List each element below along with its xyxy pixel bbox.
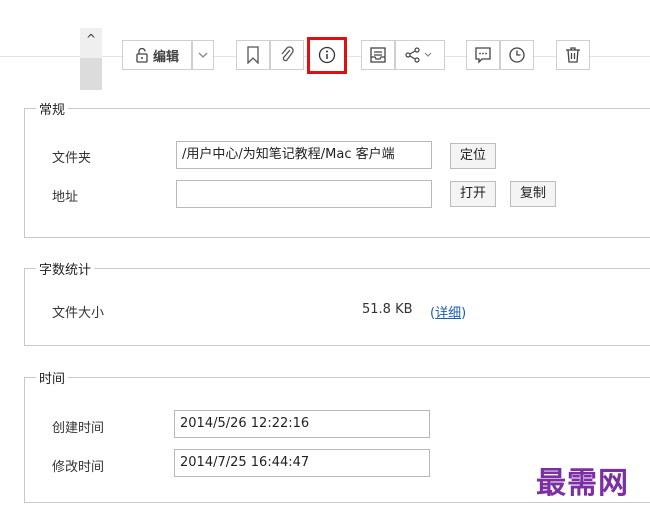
comment-icon	[474, 46, 492, 64]
modified-field[interactable]: 2014/7/25 16:44:47	[174, 449, 430, 477]
delete-button[interactable]	[556, 40, 590, 70]
folder-field[interactable]: /用户中心/为知笔记教程/Mac 客户端	[176, 141, 432, 169]
attachment-icon	[279, 46, 295, 64]
scroll-up-arrow[interactable]: ^	[86, 32, 96, 46]
address-label: 地址	[52, 190, 79, 205]
trash-icon	[565, 46, 581, 64]
edit-label: 编辑	[152, 49, 179, 65]
watermark-logo: 最需网	[536, 466, 629, 501]
scrollbar-thumb[interactable]	[80, 58, 102, 90]
copy-button[interactable]: 复制	[510, 181, 556, 207]
edit-dropdown-button[interactable]	[192, 40, 214, 70]
details-link-group: (详细)	[430, 302, 466, 321]
print-icon	[369, 46, 387, 64]
modified-label: 修改时间	[52, 460, 105, 475]
bookmark-icon	[246, 46, 260, 64]
wordcount-legend: 字数统计	[36, 259, 95, 278]
comment-button[interactable]	[466, 40, 500, 70]
history-button[interactable]	[500, 40, 534, 70]
filesize-value: 51.8 KB	[362, 302, 413, 317]
attachment-button[interactable]	[270, 40, 304, 70]
share-icon	[405, 47, 435, 63]
address-field[interactable]	[176, 180, 432, 208]
share-button[interactable]	[395, 40, 445, 70]
edit-button[interactable]: 编辑	[122, 40, 192, 70]
details-link[interactable]: 详细	[435, 306, 461, 321]
created-field[interactable]: 2014/5/26 12:22:16	[174, 410, 430, 438]
general-legend: 常规	[36, 99, 69, 118]
info-highlight-box	[307, 37, 347, 74]
open-button[interactable]: 打开	[450, 181, 496, 207]
created-label: 创建时间	[52, 421, 105, 436]
print-button[interactable]	[361, 40, 395, 70]
locate-button[interactable]: 定位	[450, 143, 496, 169]
folder-label: 文件夹	[52, 151, 92, 166]
history-icon	[508, 46, 526, 64]
wordcount-group	[24, 268, 650, 346]
filesize-label: 文件大小	[52, 306, 105, 321]
bookmark-button[interactable]	[236, 40, 270, 70]
details-close-paren: )	[461, 306, 467, 321]
general-group	[24, 108, 650, 238]
chevron-down-icon	[198, 51, 208, 59]
lock-icon	[135, 47, 149, 63]
time-legend: 时间	[36, 368, 69, 387]
